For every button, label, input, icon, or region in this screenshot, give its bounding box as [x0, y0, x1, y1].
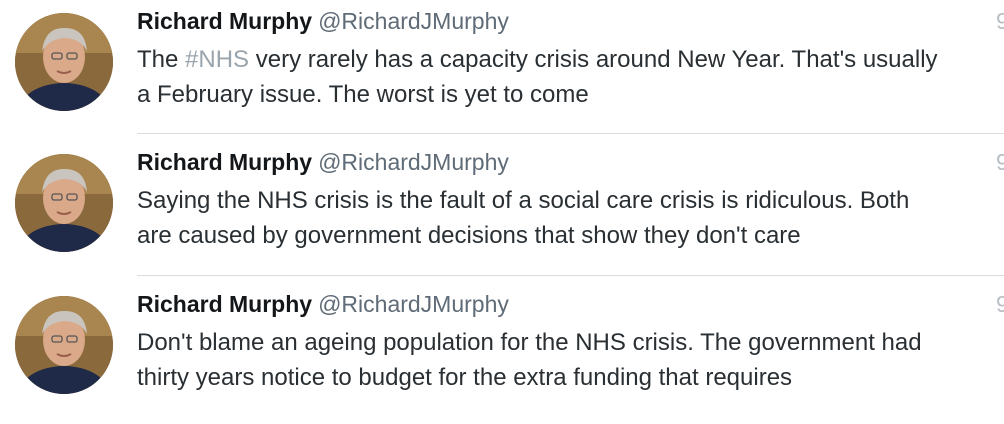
tweet-text-line-1: Don't blame an ageing population for the…	[137, 329, 922, 356]
tweet-text: Don't blame an ageing population for the…	[137, 325, 1004, 395]
tweet-text: Saying the NHS crisis is the fault of a …	[137, 183, 1004, 253]
tweet-text-line-1: Saying the NHS crisis is the fault of a …	[137, 187, 910, 214]
author-name[interactable]: Richard Murphy	[137, 8, 312, 34]
avatar-photo-icon	[15, 13, 113, 111]
author-name[interactable]: Richard Murphy	[137, 291, 312, 317]
tweet-text-segment: very rarely has a capacity crisis around…	[249, 46, 938, 73]
avatar-photo-icon	[15, 154, 113, 252]
tweet[interactable]: Richard Murphy @RichardJMurphy 9 Don't bl…	[0, 283, 1004, 424]
tweet-text-line-2: are caused by government decisions that …	[137, 222, 801, 249]
hashtag-link[interactable]: #NHS	[185, 46, 249, 73]
tweet-header: Richard Murphy @RichardJMurphy	[137, 148, 509, 176]
author-name[interactable]: Richard Murphy	[137, 149, 312, 175]
author-handle[interactable]: @RichardJMurphy	[318, 291, 509, 317]
tweet-text-segment: The	[137, 46, 186, 73]
tweet-text-line-2: a February issue. The worst is yet to co…	[137, 81, 589, 108]
tweet-timestamp[interactable]: 9	[996, 148, 1004, 176]
tweet-timeline: Richard Murphy @RichardJMurphy 9 The #NHS…	[0, 0, 1004, 410]
tweet[interactable]: Richard Murphy @RichardJMurphy 9 Saying t…	[0, 141, 1004, 282]
tweet-divider	[137, 133, 1004, 134]
avatar[interactable]	[15, 13, 113, 111]
avatar[interactable]	[15, 296, 113, 394]
author-handle[interactable]: @RichardJMurphy	[318, 149, 509, 175]
tweet-text-line-2: thirty years notice to budget for the ex…	[137, 364, 793, 391]
tweet-header: Richard Murphy @RichardJMurphy	[137, 290, 509, 318]
avatar[interactable]	[15, 154, 113, 252]
avatar-photo-icon	[15, 296, 113, 394]
tweet-header: Richard Murphy @RichardJMurphy	[137, 7, 509, 35]
tweet-timestamp[interactable]: 9	[996, 290, 1004, 318]
tweet-text: The #NHS very rarely has a capacity cris…	[137, 42, 1004, 112]
tweet[interactable]: Richard Murphy @RichardJMurphy 9 The #NHS…	[0, 0, 1004, 141]
tweet-timestamp[interactable]: 9	[996, 7, 1004, 35]
tweet-divider	[137, 275, 1004, 276]
author-handle[interactable]: @RichardJMurphy	[318, 8, 509, 34]
tweet-text-line-1: The #NHS very rarely has a capacity cris…	[137, 42, 1004, 77]
